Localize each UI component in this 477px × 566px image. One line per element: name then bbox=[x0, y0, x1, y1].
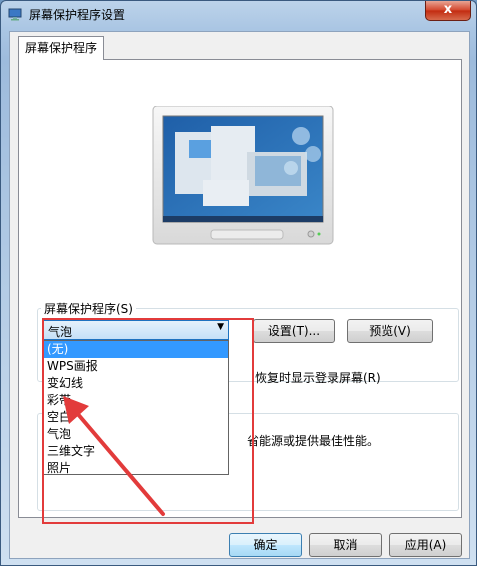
tab-panel: 屏幕保护程序(S) 气泡 ▼ 设置(T)... 预览(V) (无) WPS画报 … bbox=[18, 59, 462, 524]
title-bar[interactable]: 屏幕保护程序设置 x bbox=[1, 1, 476, 27]
ok-button[interactable]: 确定 bbox=[229, 533, 302, 557]
monitor-preview-image bbox=[152, 106, 334, 245]
close-button[interactable]: x bbox=[425, 1, 471, 21]
dialog-client-area: 屏幕保护程序 屏幕保护程序(S) 气泡 ▼ 设置(T)... 预览(V) (无)… bbox=[9, 31, 470, 559]
resume-login-label[interactable]: 恢复时显示登录屏幕(R) bbox=[255, 369, 381, 386]
preview-button[interactable]: 预览(V) bbox=[347, 319, 433, 343]
annotation-arrow-icon bbox=[63, 396, 165, 516]
settings-button[interactable]: 设置(T)... bbox=[253, 319, 335, 343]
screensaver-group-label: 屏幕保护程序(S) bbox=[41, 300, 136, 317]
screensaver-app-icon bbox=[8, 8, 22, 21]
dialog-window: 屏幕保护程序设置 x 屏幕保护程序 屏幕保护程序(S) 气泡 ▼ 设置(T)..… bbox=[0, 0, 477, 566]
apply-button[interactable]: 应用(A) bbox=[389, 533, 462, 557]
window-title: 屏幕保护程序设置 bbox=[29, 8, 126, 22]
close-icon: x bbox=[443, 2, 453, 17]
tab-screensaver[interactable]: 屏幕保护程序 bbox=[18, 36, 104, 60]
cancel-button[interactable]: 取消 bbox=[309, 533, 382, 557]
power-description: 省能源或提供最佳性能。 bbox=[247, 434, 380, 448]
